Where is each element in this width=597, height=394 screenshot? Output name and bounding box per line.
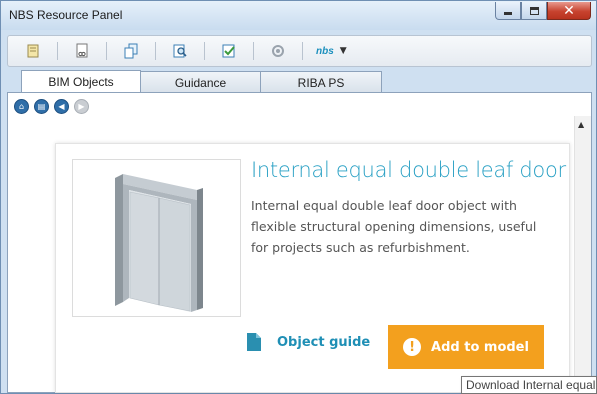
toolbar-separator <box>204 42 205 60</box>
forward-icon: ▶ <box>74 99 89 114</box>
close-button[interactable]: ✕ <box>547 2 591 20</box>
toolbar-separator <box>253 42 254 60</box>
tab-strip: BIM Objects Guidance RIBA PS <box>21 70 382 93</box>
search-document-icon[interactable] <box>169 40 191 62</box>
object-title[interactable]: Internal equal double leaf door <box>251 158 566 182</box>
download-icon: ! <box>403 338 422 356</box>
tab-riba-ps[interactable]: RIBA PS <box>260 71 382 93</box>
add-to-model-button[interactable]: ! Add to model <box>388 325 544 369</box>
door-image <box>115 174 203 312</box>
back-icon[interactable]: ◀ <box>54 99 69 114</box>
window-controls: ✕ <box>495 2 591 20</box>
title-bar[interactable]: NBS Resource Panel ✕ <box>1 1 596 30</box>
scroll-up-icon[interactable]: ▲ <box>578 120 584 129</box>
tab-guidance[interactable]: Guidance <box>140 71 261 93</box>
document-icon <box>247 333 261 351</box>
maximize-button[interactable] <box>521 2 547 20</box>
home-icon[interactable]: ⌂ <box>14 99 29 114</box>
door-thumbnail[interactable] <box>72 159 241 317</box>
nav-buttons: ⌂ ▤ ◀ ▶ <box>14 99 94 114</box>
chevron-down-icon: ▼ <box>339 46 347 56</box>
add-to-model-label: Add to model <box>431 339 529 355</box>
link-document-icon[interactable] <box>71 40 93 62</box>
object-guide-label: Object guide <box>277 334 371 350</box>
toolbar-separator <box>57 42 58 60</box>
tooltip: Download Internal equal <box>461 376 597 394</box>
nbs-menu-button[interactable]: nbs ▼ <box>316 46 347 57</box>
minimize-icon <box>504 12 512 15</box>
object-card: Internal equal double leaf door Internal… <box>55 143 570 393</box>
notes-icon[interactable] <box>22 40 44 62</box>
check-document-icon[interactable] <box>218 40 240 62</box>
content-pane: ⌂ ▤ ◀ ▶ ▲ Internal equal double leaf doo… <box>7 92 592 393</box>
chart-icon[interactable]: ▤ <box>34 99 49 114</box>
maximize-icon <box>529 6 539 15</box>
object-guide-link[interactable]: Object guide <box>247 333 370 351</box>
sync-icon[interactable] <box>267 40 289 62</box>
toolbar-separator <box>155 42 156 60</box>
vertical-scrollbar[interactable]: ▲ <box>574 116 591 392</box>
nbs-logo: nbs <box>316 45 334 57</box>
tab-bim-objects[interactable]: BIM Objects <box>21 70 141 93</box>
toolbar-separator <box>106 42 107 60</box>
documents-icon[interactable] <box>120 40 142 62</box>
toolbar-separator <box>302 42 303 60</box>
object-description: Internal equal double leaf door object w… <box>251 198 537 255</box>
minimize-button[interactable] <box>495 2 521 20</box>
window-title: NBS Resource Panel <box>9 8 123 22</box>
toolbar: nbs ▼ <box>7 35 592 67</box>
close-icon: ✕ <box>563 2 575 19</box>
resource-panel-window: NBS Resource Panel ✕ nbs ▼ BIM Objects G… <box>0 0 597 394</box>
